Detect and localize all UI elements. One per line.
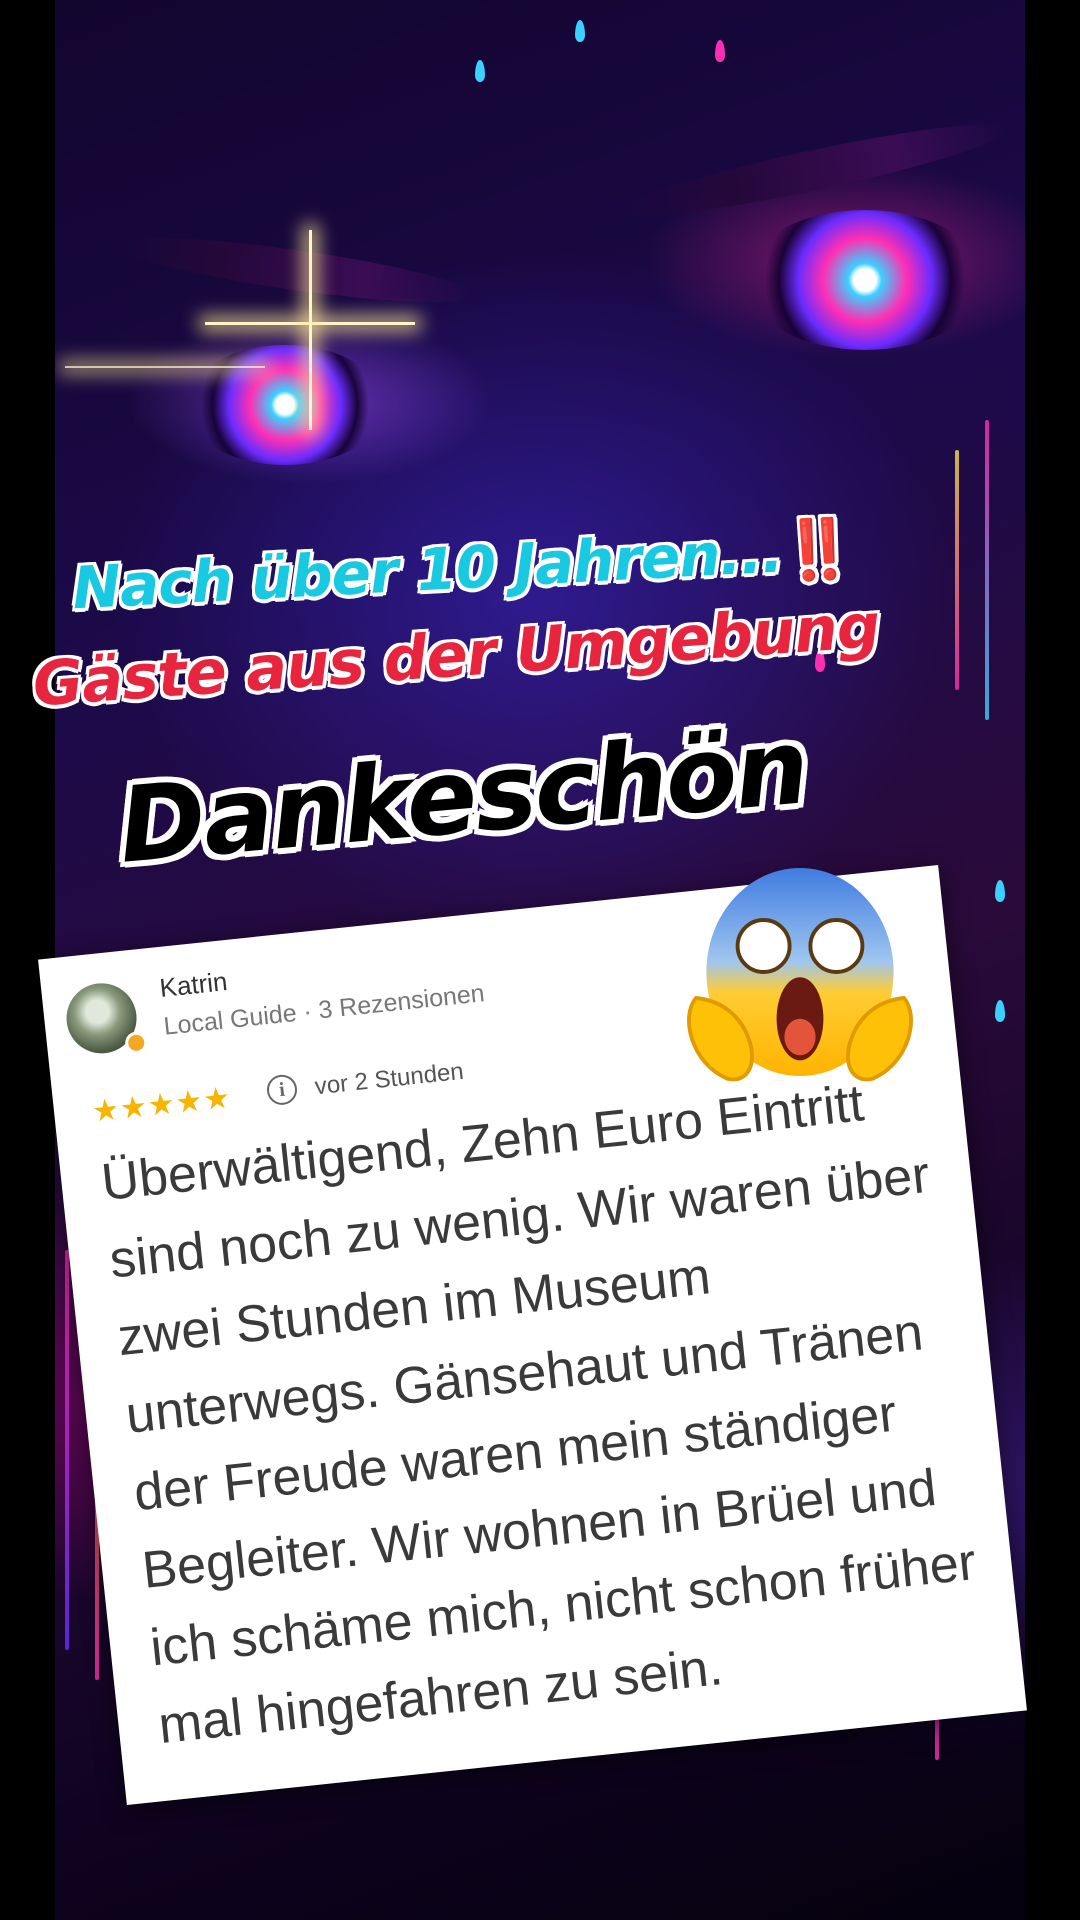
double-exclamation-icon: ‼️: [780, 513, 856, 586]
review-time: vor 2 Stunden: [313, 1057, 465, 1101]
left-eye: [185, 345, 385, 465]
left-eyebrow: [113, 225, 477, 315]
reviewer-name: Katrin: [158, 966, 229, 1003]
light-flare: [309, 230, 312, 430]
star-rating: ★★★★★: [90, 1080, 233, 1130]
right-eye: [745, 210, 985, 350]
right-eyebrow: [615, 108, 1015, 232]
local-guide-badge-icon: [124, 1030, 149, 1055]
paint-drip: [475, 60, 485, 82]
neon-streak: [985, 420, 989, 720]
neon-streak: [955, 450, 959, 690]
face-screaming-in-fear-icon: [687, 868, 913, 1082]
review-text: Überwältigend, Zehn Euro Eintritt sind n…: [98, 1074, 979, 1756]
paint-drip: [715, 40, 725, 62]
paint-drip: [995, 880, 1005, 902]
info-icon: i: [265, 1073, 299, 1107]
neon-streak: [65, 1250, 69, 1650]
light-flare: [65, 366, 265, 368]
paint-drip: [995, 1000, 1005, 1022]
paint-drip: [575, 20, 585, 42]
